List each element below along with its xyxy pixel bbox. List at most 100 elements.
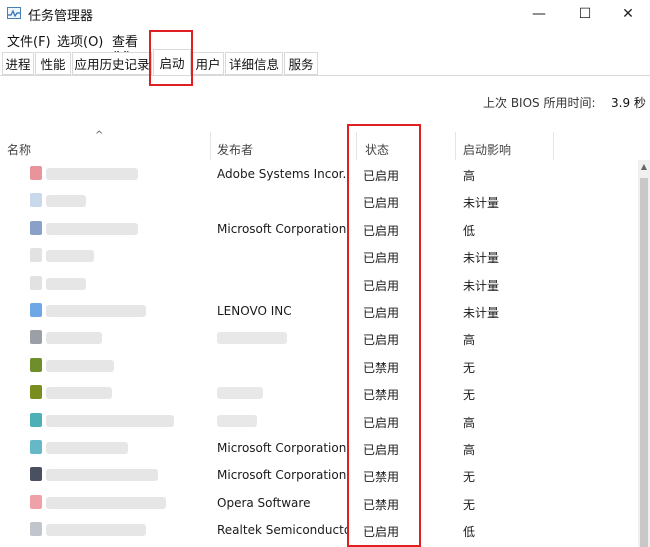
status-cell: 已启用 [363, 443, 400, 457]
tab-users[interactable]: 用户 [192, 52, 224, 75]
app-name-redacted [46, 168, 138, 180]
startup-row[interactable]: 已启用 未计量 [0, 187, 638, 214]
column-divider[interactable] [553, 132, 554, 160]
app-name-redacted [46, 414, 174, 427]
impact-cell: 无 [463, 388, 476, 403]
bios-time-value: 3.9 秒 [611, 96, 646, 110]
app-icon [30, 440, 42, 454]
app-icon [30, 412, 42, 427]
startup-row[interactable]: 已启用 未计量 [0, 270, 638, 297]
app-name-redacted [46, 250, 94, 263]
impact-cell: 低 [463, 223, 476, 238]
status-cell: 已启用 [363, 415, 400, 430]
tab-details[interactable]: 详细信息 [225, 52, 283, 75]
status-cell: 已启用 [363, 278, 400, 293]
tab-services[interactable]: 服务 [284, 52, 318, 75]
tab-performance[interactable]: 性能 [35, 52, 71, 75]
column-divider[interactable] [356, 132, 357, 160]
app-name-redacted [46, 524, 146, 537]
startup-row[interactable]: Microsoft Corporation 已禁用 无 [0, 461, 638, 488]
app-name-redacted [46, 496, 166, 509]
app-name-redacted [46, 222, 138, 235]
scrollbar-thumb[interactable] [640, 178, 648, 547]
app-name-redacted [46, 305, 146, 317]
app-icon [30, 494, 42, 509]
startup-row[interactable]: 已启用 未计量 [0, 242, 638, 269]
vertical-scrollbar[interactable]: ▲ [638, 160, 650, 547]
status-cell: 已禁用 [363, 497, 400, 512]
app-name-redacted [46, 387, 112, 400]
app-name-redacted [46, 277, 86, 290]
startup-row[interactable]: Realtek Semiconductor 已启用 低 [0, 516, 638, 543]
status-cell: 已启用 [363, 333, 400, 348]
impact-cell: 无 [463, 497, 476, 512]
minimize-icon: — [532, 6, 546, 22]
app-name-redacted [46, 442, 128, 454]
app-icon [30, 275, 42, 290]
status-cell: 已启用 [363, 525, 400, 540]
startup-row[interactable]: 已禁用 无 [0, 352, 638, 379]
impact-cell: 高 [463, 415, 476, 430]
app-icon [30, 357, 42, 372]
column-publisher[interactable]: 发布者 [217, 141, 253, 158]
column-header-row: ^ 名称 发布者 状态 启动影响 [0, 130, 650, 160]
status-cell: 已启用 [363, 251, 400, 266]
menu-options[interactable]: 选项(O) [57, 31, 103, 50]
column-status[interactable]: 状态 [365, 141, 389, 158]
startup-row[interactable]: Opera Software 已禁用 无 [0, 489, 638, 516]
impact-cell: 未计量 [463, 306, 500, 320]
app-icon [30, 522, 42, 537]
maximize-button[interactable]: ☐ [562, 0, 608, 28]
impact-cell: 高 [463, 169, 476, 183]
impact-cell: 高 [463, 443, 476, 457]
impact-cell: 未计量 [463, 278, 500, 293]
status-cell: 已启用 [363, 306, 400, 320]
tab-bar: 进程 性能 应用历史记录 启动 用户 详细信息 服务 [0, 49, 650, 76]
startup-row[interactable]: Microsoft Corporation 已启用 低 [0, 215, 638, 242]
startup-row[interactable]: Adobe Systems Incor... 已启用 高 [0, 160, 638, 187]
tab-processes[interactable]: 进程 [2, 52, 34, 75]
publisher-cell: Microsoft Corporation [217, 221, 347, 236]
scroll-up-icon[interactable]: ▲ [638, 160, 650, 174]
startup-row[interactable]: 已禁用 无 [0, 379, 638, 406]
publisher-cell: Microsoft Corporation [217, 468, 347, 483]
sort-ascending-icon: ^ [95, 130, 104, 141]
startup-row[interactable]: 已启用 高 [0, 407, 638, 434]
title-bar: 任务管理器 — ☐ ✕ [0, 0, 650, 28]
status-cell: 已启用 [363, 169, 400, 183]
tab-startup[interactable]: 启动 [153, 49, 191, 75]
status-cell: 已禁用 [363, 470, 400, 485]
app-name-redacted [46, 332, 102, 345]
app-icon [30, 193, 42, 208]
tab-app-history[interactable]: 应用历史记录 [72, 52, 152, 75]
impact-cell: 未计量 [463, 196, 500, 211]
menu-file[interactable]: 文件(F) [7, 31, 51, 50]
column-name[interactable]: 名称 [7, 141, 31, 158]
startup-row[interactable]: Microsoft Corporation 已启用 高 [0, 434, 638, 461]
impact-cell: 低 [463, 525, 476, 540]
column-divider[interactable] [210, 132, 211, 160]
publisher-redacted [217, 387, 263, 400]
publisher-redacted [217, 414, 257, 427]
app-icon [30, 330, 42, 345]
startup-row[interactable]: 已启用 高 [0, 324, 638, 351]
minimize-button[interactable]: — [516, 0, 562, 28]
column-divider[interactable] [455, 132, 456, 160]
app-name-redacted [46, 195, 86, 208]
app-name-redacted [46, 469, 158, 482]
maximize-icon: ☐ [578, 6, 592, 22]
close-button[interactable]: ✕ [605, 0, 650, 28]
impact-cell: 无 [463, 360, 476, 375]
tab-divider [0, 75, 650, 76]
window-title: 任务管理器 [28, 9, 94, 24]
publisher-redacted [217, 332, 287, 345]
status-cell: 已禁用 [363, 360, 400, 375]
app-icon [30, 467, 42, 482]
startup-row[interactable]: LENOVO INC 已启用 未计量 [0, 297, 638, 324]
app-name-redacted [46, 359, 114, 372]
task-manager-icon [7, 7, 21, 19]
publisher-cell: Adobe Systems Incor... [217, 167, 348, 181]
publisher-cell: Opera Software [217, 495, 311, 510]
impact-cell: 无 [463, 470, 476, 485]
column-impact[interactable]: 启动影响 [463, 141, 511, 158]
